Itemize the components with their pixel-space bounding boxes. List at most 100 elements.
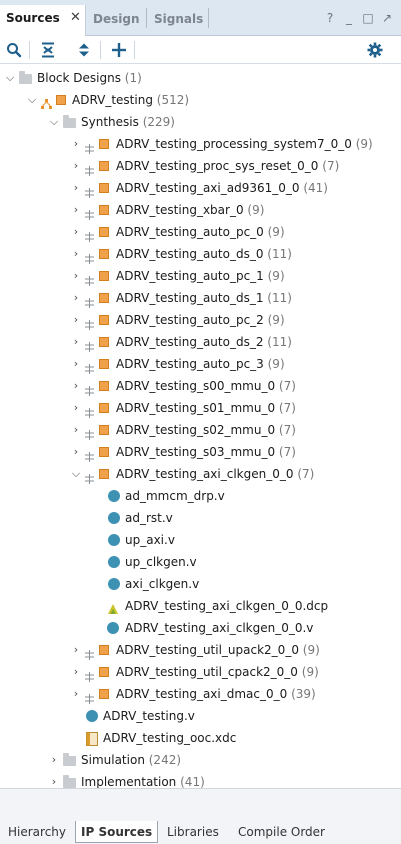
tree-node-ip[interactable]: › ADRV_testing_s01_mmu_0 (7) xyxy=(0,397,401,419)
chevron-right-icon[interactable]: › xyxy=(71,419,81,441)
tree-file-verilog[interactable]: ADRV_testing.v xyxy=(0,705,401,727)
chevron-right-icon[interactable]: › xyxy=(71,243,81,265)
ip-pin-icon xyxy=(85,183,94,198)
tree-node-simulation[interactable]: › Simulation (242) xyxy=(0,749,401,771)
tree-node-label: ADRV_testing_auto_pc_0 (9) xyxy=(116,225,285,239)
tree-node-design[interactable]: ⌵ ADRV_testing (512) xyxy=(0,89,401,111)
tab-design[interactable]: Design xyxy=(87,6,147,32)
tree-node-ip[interactable]: › ADRV_testing_auto_ds_2 (11) xyxy=(0,331,401,353)
chevron-down-icon[interactable]: ⌵ xyxy=(49,111,59,133)
tree-node-ip[interactable]: › ADRV_testing_processing_system7_0_0 (9) xyxy=(0,133,401,155)
tab-sources-label: Sources xyxy=(6,11,60,25)
add-icon[interactable] xyxy=(108,39,130,61)
tree-node-label: ADRV_testing_auto_ds_2 (11) xyxy=(116,335,292,349)
tab-compile-order[interactable]: Compile Order xyxy=(238,821,325,843)
tree-node-ip[interactable]: › ADRV_testing_auto_pc_0 (9) xyxy=(0,221,401,243)
tree-node-ip[interactable]: › ADRV_testing_axi_dmac_0_0 (39) xyxy=(0,683,401,705)
ip-pin-icon xyxy=(85,337,94,352)
tree-node-ip[interactable]: › ADRV_testing_s02_mmu_0 (7) xyxy=(0,419,401,441)
ip-pin-icon xyxy=(85,161,94,176)
chevron-right-icon[interactable]: › xyxy=(71,265,81,287)
chevron-right-icon[interactable]: › xyxy=(71,683,81,705)
ip-pin-icon xyxy=(85,205,94,220)
chevron-right-icon[interactable]: › xyxy=(71,375,81,397)
chevron-right-icon[interactable]: › xyxy=(71,133,81,155)
collapse-all-icon[interactable] xyxy=(37,39,59,61)
tree-file-label: ad_mmcm_drp.v xyxy=(125,489,225,503)
tree-file[interactable]: up_axi.v xyxy=(0,529,401,551)
folder-icon xyxy=(63,775,76,788)
ip-pin-icon xyxy=(85,447,94,462)
chevron-right-icon[interactable]: › xyxy=(71,661,81,683)
search-icon[interactable] xyxy=(3,39,25,61)
tree-node-synthesis[interactable]: ⌵ Synthesis (229) xyxy=(0,111,401,133)
tab-divider xyxy=(208,8,209,28)
tree-node-ip[interactable]: › ADRV_testing_auto_ds_1 (11) xyxy=(0,287,401,309)
tab-libraries[interactable]: Libraries xyxy=(167,821,219,843)
chevron-right-icon[interactable]: › xyxy=(71,397,81,419)
tree-node-ip[interactable]: › ADRV_testing_s03_mmu_0 (7) xyxy=(0,441,401,463)
tree-file[interactable]: ADRV_testing_axi_clkgen_0_0.dcp xyxy=(0,595,401,617)
tree-file[interactable]: ad_mmcm_drp.v xyxy=(0,485,401,507)
tree-node-ip[interactable]: › ADRV_testing_util_upack2_0_0 (9) xyxy=(0,639,401,661)
tab-signals[interactable]: Signals xyxy=(148,6,208,32)
maximize-icon[interactable]: □ xyxy=(362,11,374,25)
tree-file-label: ADRV_testing.v xyxy=(103,709,195,723)
tree-file[interactable]: ad_rst.v xyxy=(0,507,401,529)
chevron-right-icon[interactable]: › xyxy=(71,287,81,309)
chevron-down-icon[interactable]: ⌵ xyxy=(5,67,15,89)
chevron-right-icon[interactable]: › xyxy=(71,221,81,243)
tree-node-ip[interactable]: › ADRV_testing_auto_pc_1 (9) xyxy=(0,265,401,287)
tree-node-ip[interactable]: › ADRV_testing_auto_ds_0 (11) xyxy=(0,243,401,265)
tree-file[interactable]: up_clkgen.v xyxy=(0,551,401,573)
verilog-file-icon xyxy=(108,578,120,590)
ip-core-icon xyxy=(99,271,109,281)
chevron-right-icon[interactable]: › xyxy=(71,155,81,177)
tree-node-ip[interactable]: › ADRV_testing_proc_sys_reset_0_0 (7) xyxy=(0,155,401,177)
tree-node-ip[interactable]: › ADRV_testing_axi_ad9361_0_0 (41) xyxy=(0,177,401,199)
chevron-right-icon[interactable]: › xyxy=(71,177,81,199)
tree-node-label: ADRV_testing_auto_pc_1 (9) xyxy=(116,269,285,283)
tree-node-ip[interactable]: › ADRV_testing_auto_pc_2 (9) xyxy=(0,309,401,331)
ip-core-icon xyxy=(99,447,109,457)
minimize-icon[interactable]: _ xyxy=(343,11,355,25)
chevron-right-icon[interactable]: › xyxy=(71,199,81,221)
tab-hierarchy[interactable]: Hierarchy xyxy=(8,821,66,843)
chevron-down-icon[interactable]: ⌵ xyxy=(27,89,37,111)
chevron-right-icon[interactable]: › xyxy=(71,353,81,375)
tree-node-ip[interactable]: › ADRV_testing_xbar_0 (9) xyxy=(0,199,401,221)
toolbar-divider xyxy=(29,41,30,59)
tree-node-block-designs[interactable]: ⌵ Block Designs (1) xyxy=(0,67,401,89)
ip-core-icon xyxy=(99,667,109,677)
tab-sources[interactable]: Sources ✕ xyxy=(0,5,86,36)
tree-node-ip[interactable]: › ADRV_testing_auto_pc_3 (9) xyxy=(0,353,401,375)
ip-core-icon xyxy=(99,469,109,479)
tree-file[interactable]: axi_clkgen.v xyxy=(0,573,401,595)
chevron-right-icon[interactable]: › xyxy=(71,309,81,331)
toolbar-divider xyxy=(100,41,101,59)
tree-node-ip[interactable]: › ADRV_testing_util_cpack2_0_0 (9) xyxy=(0,661,401,683)
help-icon[interactable]: ? xyxy=(324,11,336,25)
tree-file-constraints[interactable]: ADRV_testing_ooc.xdc xyxy=(0,727,401,749)
chevron-right-icon[interactable]: › xyxy=(71,441,81,463)
tree-node-ip[interactable]: › ADRV_testing_s00_mmu_0 (7) xyxy=(0,375,401,397)
sources-toolbar xyxy=(0,36,401,64)
close-icon[interactable]: ✕ xyxy=(70,5,81,31)
toolbar-divider xyxy=(134,41,135,59)
chevron-right-icon[interactable]: › xyxy=(49,749,59,771)
tab-ip-sources[interactable]: IP Sources xyxy=(75,821,159,843)
ip-pin-icon xyxy=(85,425,94,440)
tree-node-label: ADRV_testing_proc_sys_reset_0_0 (7) xyxy=(116,159,340,173)
float-icon[interactable]: ↗ xyxy=(381,11,393,25)
tree-node-ip[interactable]: ⌵ ADRV_testing_axi_clkgen_0_0 (7) xyxy=(0,463,401,485)
chevron-right-icon[interactable]: › xyxy=(71,331,81,353)
chevron-right-icon[interactable]: › xyxy=(71,639,81,661)
ip-pin-icon xyxy=(85,359,94,374)
ip-pin-icon xyxy=(85,689,94,704)
tree-node-label: ADRV_testing_axi_clkgen_0_0 (7) xyxy=(116,467,315,481)
tree-node-label: ADRV_testing_s03_mmu_0 (7) xyxy=(116,445,296,459)
tree-file[interactable]: ADRV_testing_axi_clkgen_0_0.v xyxy=(0,617,401,639)
chevron-down-icon[interactable]: ⌵ xyxy=(71,463,81,485)
expand-all-icon[interactable] xyxy=(73,39,95,61)
gear-icon[interactable] xyxy=(364,39,386,61)
